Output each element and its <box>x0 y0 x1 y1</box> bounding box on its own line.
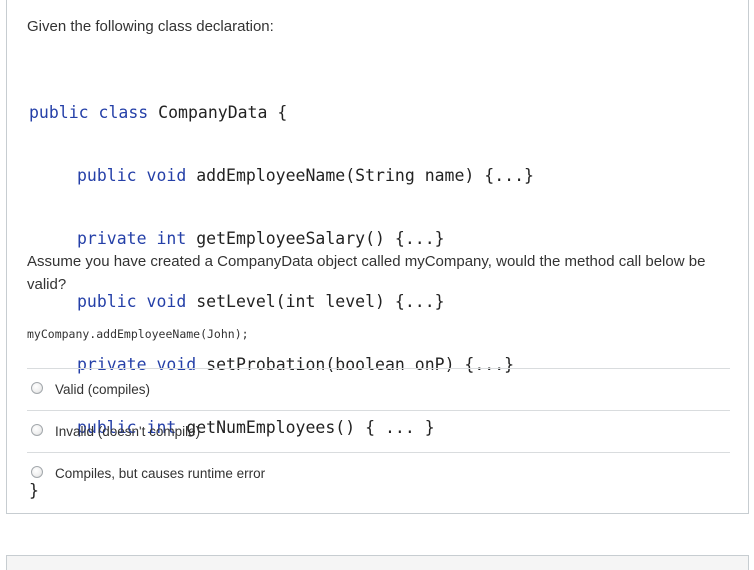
code-text: getEmployeeSalary() {...} <box>186 229 445 248</box>
method-call-code: myCompany.addEmployeeName(John); <box>27 327 249 341</box>
answer-label: Valid (compiles) <box>55 382 151 397</box>
question-prompt: Assume you have created a CompanyData ob… <box>27 253 706 293</box>
code-keywords: private int <box>77 229 187 248</box>
answer-list: Valid (compiles) Invalid (doesn't compil… <box>27 368 730 494</box>
code-line-method: private int getEmployeeSalary() {...} <box>29 228 534 249</box>
code-keywords: public class <box>29 103 149 122</box>
radio-button[interactable] <box>31 382 43 394</box>
answer-option-runtime-error[interactable]: Compiles, but causes runtime error <box>27 452 730 494</box>
question-intro: Given the following class declaration: <box>27 18 274 35</box>
code-line-class-open: public class CompanyData { <box>29 102 534 123</box>
code-keywords: public void <box>77 166 187 185</box>
answer-label: Invalid (doesn't compile) <box>55 424 201 439</box>
answer-label: Compiles, but causes runtime error <box>55 466 266 481</box>
question-card: Given the following class declaration: p… <box>6 0 749 514</box>
next-question-card <box>6 555 749 570</box>
code-text: addEmployeeName(String name) {...} <box>186 166 534 185</box>
answer-option-invalid[interactable]: Invalid (doesn't compile) <box>27 410 730 452</box>
code-line-method: public void addEmployeeName(String name)… <box>29 165 534 186</box>
radio-button[interactable] <box>31 466 43 478</box>
radio-button[interactable] <box>31 424 43 436</box>
code-text: CompanyData { <box>148 103 288 122</box>
answer-option-valid[interactable]: Valid (compiles) <box>27 368 730 410</box>
